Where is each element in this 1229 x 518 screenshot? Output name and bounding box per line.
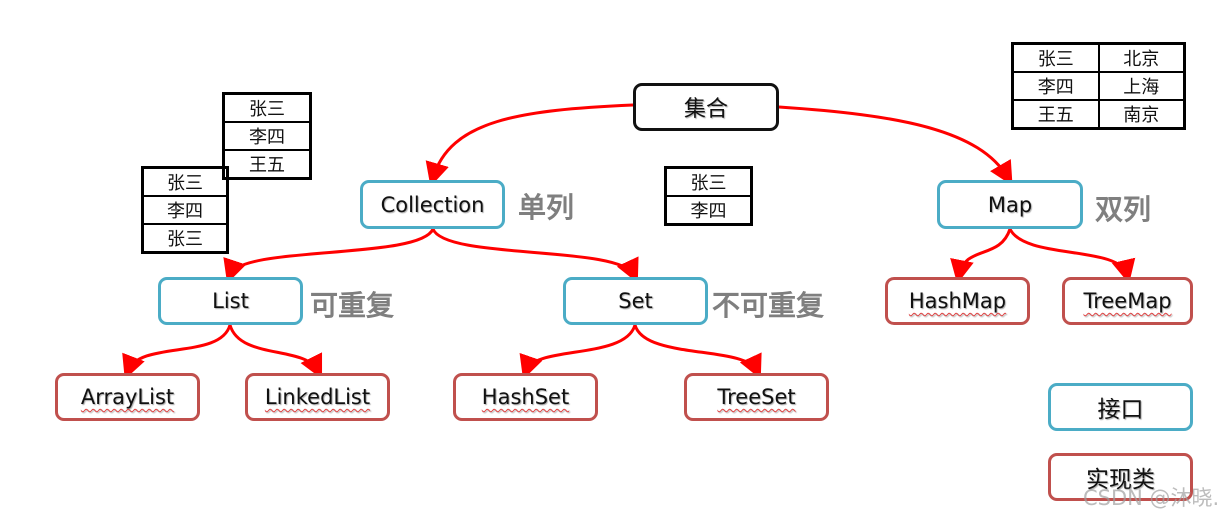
root-node: 集合 (633, 83, 779, 131)
list-node: List (158, 277, 303, 325)
treeset-label: TreeSet (717, 385, 796, 409)
note-single-column: 单列 (518, 191, 575, 224)
arrow-list-linkedlist (228, 324, 323, 380)
table-cell: 北京 (1097, 42, 1186, 73)
map-node: Map (937, 180, 1083, 229)
table-cell: 李四 (664, 195, 753, 226)
map-label: Map (987, 192, 1033, 217)
linkedlist-label: LinkedList (264, 385, 371, 409)
arrow-root-collection (425, 103, 634, 187)
list-label: List (212, 289, 249, 313)
table-cell: 南京 (1097, 99, 1186, 130)
legend-interface: 接口 (1048, 383, 1193, 431)
set-label: Set (618, 289, 653, 313)
table-cell: 上海 (1097, 71, 1186, 101)
list-example-table-front: 张三 李四 张三 (141, 166, 229, 254)
hashset-node: HashSet (453, 373, 598, 421)
arrow-root-map (778, 105, 1013, 186)
linkedlist-node: LinkedList (245, 373, 390, 421)
table-cell: 张三 (222, 92, 312, 123)
arrow-map-hashmap (950, 228, 1012, 284)
arraylist-label: ArrayList (80, 385, 175, 409)
root-label: 集合 (683, 97, 728, 122)
table-cell: 张三 (141, 223, 229, 254)
table-cell: 李四 (222, 121, 312, 151)
list-example-table-back: 张三 李四 王五 (222, 92, 312, 180)
hashmap-label: HashMap (908, 289, 1007, 313)
watermark: CSDN @沐晓. (1083, 486, 1220, 510)
set-example-table: 张三 李四 (664, 166, 753, 226)
treemap-node: TreeMap (1062, 277, 1193, 325)
map-example-table: 张三 北京 李四 上海 王五 南京 (1011, 42, 1186, 130)
set-node: Set (563, 277, 708, 325)
treeset-node: TreeSet (684, 373, 829, 421)
arrow-map-treemap (1008, 228, 1136, 284)
arrow-set-treeset (633, 324, 762, 380)
arrow-collection-set (431, 228, 639, 284)
arrow-set-hashset (519, 324, 637, 380)
hashset-label: HashSet (481, 385, 570, 409)
arrow-list-arraylist (122, 324, 232, 380)
collection-label: Collection (380, 192, 485, 217)
table-cell: 李四 (141, 195, 229, 225)
collection-diagram: 集合 Collection Map List Set 单列 双列 可重复 不可重… (0, 0, 1229, 518)
table-cell: 王五 (222, 149, 312, 180)
collection-node: Collection (360, 180, 505, 229)
note-double-column: 双列 (1095, 193, 1152, 226)
table-cell: 张三 (664, 166, 753, 197)
arrow-collection-list (223, 228, 435, 284)
legend-interface-label: 接口 (1097, 397, 1144, 423)
note-repeatable: 可重复 (310, 289, 395, 322)
table-cell: 王五 (1011, 99, 1100, 130)
arraylist-node: ArrayList (55, 373, 200, 421)
table-cell: 张三 (1011, 42, 1100, 73)
table-cell: 张三 (141, 166, 229, 197)
table-cell: 李四 (1011, 71, 1100, 101)
hashmap-node: HashMap (885, 277, 1030, 325)
treemap-label: TreeMap (1083, 289, 1172, 313)
note-non-repeatable: 不可重复 (712, 289, 825, 322)
